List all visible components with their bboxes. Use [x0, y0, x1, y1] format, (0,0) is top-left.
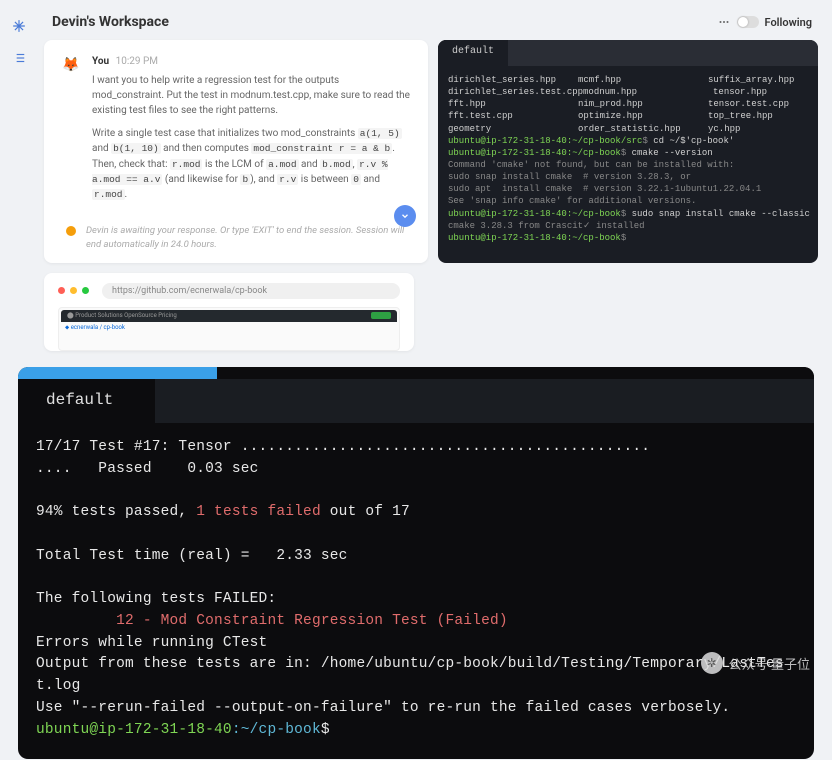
- terminal-output[interactable]: dirichlet_series.hppmcmf.hppsuffix_array…: [438, 66, 818, 252]
- wechat-icon: ✲: [701, 652, 723, 674]
- terminal-panel-large[interactable]: default 17/17 Test #17: Tensor .........…: [18, 367, 814, 760]
- terminal-tabs: default: [18, 379, 814, 423]
- message-author: You: [92, 56, 109, 67]
- terminal-output[interactable]: 17/17 Test #17: Tensor .................…: [18, 423, 814, 760]
- browser-panel: https://github.com/ecnerwala/cp-book ⬤ P…: [44, 273, 414, 351]
- app-logo-icon[interactable]: [11, 18, 27, 34]
- workspace-header: Devin's Workspace Following: [38, 8, 824, 40]
- terminal-progress-bar: [18, 367, 814, 379]
- traffic-light-minimize-icon[interactable]: [70, 287, 77, 294]
- scroll-down-button[interactable]: [394, 205, 416, 227]
- terminal-tabs: default: [438, 40, 818, 66]
- browser-viewport[interactable]: ⬤ Product Solutions OpenSource Pricing ⬥…: [58, 307, 400, 351]
- left-rail: [0, 0, 38, 351]
- follow-label: Following: [765, 16, 812, 29]
- terminal-prompt[interactable]: ubuntu@ip-172-31-18-40:~/cp-book$: [36, 720, 796, 742]
- user-avatar-icon: 🦊: [60, 54, 82, 76]
- list-icon[interactable]: [11, 50, 27, 66]
- workspace-title: Devin's Workspace: [52, 14, 169, 30]
- message-paragraph: I want you to help write a regression te…: [92, 73, 412, 118]
- status-dot-icon: [66, 226, 76, 236]
- terminal-tab[interactable]: default: [18, 379, 155, 423]
- terminal-tab[interactable]: default: [438, 40, 508, 66]
- status-text: Devin is awaiting your response. Or type…: [86, 224, 412, 251]
- chat-panel: 🦊 You 10:29 PM I want you to help write …: [44, 40, 428, 263]
- chat-message: 🦊 You 10:29 PM I want you to help write …: [60, 54, 412, 210]
- traffic-light-close-icon[interactable]: [58, 287, 65, 294]
- status-line: Devin is awaiting your response. Or type…: [60, 218, 412, 251]
- message-time: 10:29 PM: [116, 56, 158, 67]
- watermark: ✲ 公众号·量子位: [701, 652, 810, 674]
- traffic-light-zoom-icon[interactable]: [82, 287, 89, 294]
- more-menu-icon[interactable]: [717, 15, 731, 29]
- browser-url-bar[interactable]: https://github.com/ecnerwala/cp-book: [102, 283, 400, 299]
- message-paragraph: Write a single test case that initialize…: [92, 126, 412, 202]
- follow-toggle[interactable]: [737, 16, 759, 28]
- terminal-panel-small[interactable]: default dirichlet_series.hppmcmf.hppsuff…: [438, 40, 818, 263]
